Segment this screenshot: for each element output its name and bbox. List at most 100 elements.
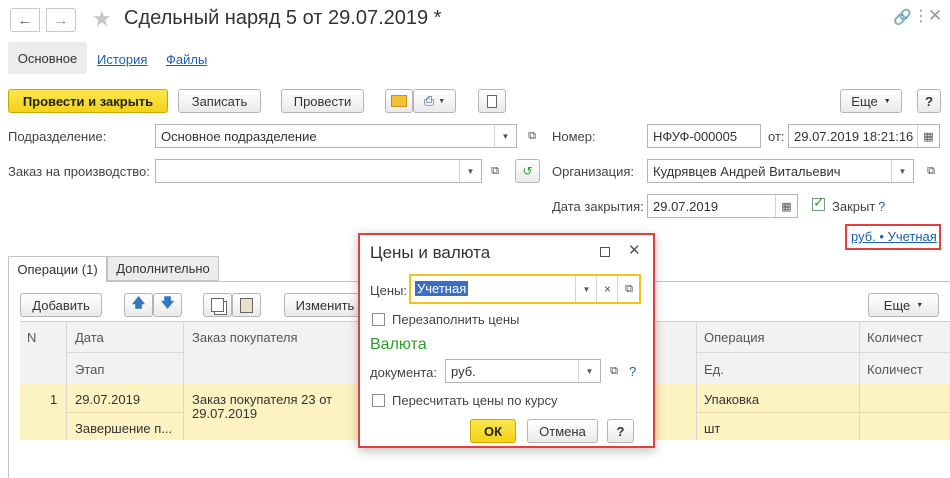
close-date-label: Дата закрытия:	[552, 199, 644, 214]
division-field[interactable]: Основное подразделение ▼	[155, 124, 517, 148]
tab-operations[interactable]: Операции (1)	[8, 256, 107, 282]
chevron-down-icon: ▼	[883, 97, 891, 105]
prices-field[interactable]: Учетная ▼ × ⧉	[409, 274, 641, 304]
document-currency-label: документа:	[370, 365, 437, 380]
header-quantity-2: Количест	[867, 362, 923, 377]
close-icon[interactable]: ✕	[928, 6, 942, 26]
fill-button[interactable]: ↺	[515, 159, 540, 183]
help-link[interactable]: ?	[629, 364, 636, 379]
help-toolbar-button[interactable]: ?	[917, 89, 941, 113]
print-button[interactable]: ⎙ ▼	[413, 89, 456, 113]
closed-checkbox[interactable]: ✓	[812, 194, 825, 211]
chevron-down-icon[interactable]: ▼	[578, 360, 600, 382]
open-icon[interactable]: ⧉	[605, 361, 623, 381]
header-date: Дата	[75, 330, 104, 345]
row-operation: Упаковка	[704, 392, 760, 407]
open-icon[interactable]: ⧉	[523, 126, 541, 146]
maximize-icon[interactable]	[600, 247, 610, 257]
production-order-label: Заказ на производство:	[8, 164, 150, 179]
document-currency-field[interactable]: руб. ▼	[445, 359, 601, 383]
paste-button[interactable]	[232, 293, 261, 317]
back-button[interactable]: ←	[10, 8, 40, 32]
cancel-button[interactable]: Отмена	[527, 419, 598, 443]
tab-additional[interactable]: Дополнительно	[107, 256, 219, 281]
arrow-down-icon: 🡇	[160, 295, 175, 310]
header-operation: Операция	[704, 330, 765, 345]
row-customer-order-2: 29.07.2019	[192, 406, 258, 421]
nav-tab-main[interactable]: Основное	[8, 42, 87, 74]
row-n: 1	[50, 392, 58, 407]
prices-value: Учетная	[415, 281, 469, 296]
header-quantity: Количест	[867, 330, 923, 345]
ok-button[interactable]: ОК	[470, 419, 516, 443]
help-link[interactable]: ?	[878, 199, 885, 214]
arrow-right-icon: →	[53, 11, 69, 29]
add-button[interactable]: Добавить	[20, 293, 102, 317]
number-field[interactable]: НФУФ-000005	[647, 124, 761, 148]
save-button[interactable]: Записать	[178, 89, 261, 113]
refill-prices-label: Перезаполнить цены	[392, 312, 520, 327]
arrow-up-icon: 🡅	[131, 295, 146, 310]
close-date-field[interactable]: 29.07.2019 ▦	[647, 194, 798, 218]
close-dialog-icon[interactable]: ✕	[628, 241, 641, 259]
row-stage: Завершение п...	[75, 421, 173, 436]
fill-icon: ↺	[522, 164, 533, 178]
dialog-title: Цены и валюта	[370, 243, 491, 262]
production-order-field[interactable]: ▼	[155, 159, 482, 183]
refill-prices-checkbox[interactable]	[372, 313, 385, 326]
row-customer-order-1: Заказ покупателя 23 от	[192, 392, 333, 407]
chevron-down-icon: ▼	[916, 301, 924, 309]
chevron-down-icon[interactable]: ▼	[494, 125, 516, 147]
clear-icon[interactable]: ×	[596, 276, 618, 302]
link-icon[interactable]: 🔗	[893, 8, 912, 26]
row-unit: шт	[704, 421, 721, 436]
post-and-close-button[interactable]: Провести и закрыть	[8, 89, 168, 113]
calendar-icon[interactable]: ▦	[917, 125, 939, 147]
envelope-icon	[391, 95, 407, 107]
more-vertical-icon[interactable]: ⋮	[913, 6, 929, 26]
row-date: 29.07.2019	[75, 392, 141, 407]
chevron-down-icon[interactable]: ▼	[891, 160, 913, 182]
nav-tab-history[interactable]: История	[97, 52, 147, 67]
recalc-prices-checkbox[interactable]	[372, 394, 385, 407]
arrow-left-icon: ←	[17, 11, 33, 29]
help-button[interactable]: ?	[607, 419, 634, 443]
post-button[interactable]: Провести	[281, 89, 364, 113]
table-more-button[interactable]: Еще ▼	[868, 293, 939, 317]
email-button[interactable]	[385, 89, 413, 113]
forward-button[interactable]: →	[46, 8, 76, 32]
header-stage: Этап	[75, 362, 105, 377]
open-icon[interactable]: ⧉	[922, 161, 940, 181]
prices-label: Цены:	[370, 283, 407, 298]
prices-currency-dialog: Цены и валюта ✕ Цены: Учетная ▼ × ⧉ Пере…	[358, 233, 655, 448]
chevron-down-icon[interactable]: ▼	[575, 276, 597, 302]
chevron-down-icon[interactable]: ▼	[459, 160, 481, 182]
from-date-field[interactable]: 29.07.2019 18:21:16 ▦	[788, 124, 940, 148]
organization-label: Организация:	[552, 164, 635, 179]
printer-icon: ⎙	[423, 93, 435, 108]
clipboard-icon	[240, 297, 253, 313]
open-icon[interactable]: ⧉	[486, 161, 504, 181]
document-icon	[487, 94, 497, 108]
header-n: N	[27, 330, 37, 345]
closed-label: Закрыт	[832, 199, 876, 214]
more-button[interactable]: Еще ▼	[840, 89, 902, 113]
move-up-button[interactable]: 🡅	[124, 293, 153, 317]
header-customer-order: Заказ покупателя	[192, 330, 298, 345]
favorite-star-icon[interactable]: ★	[92, 6, 112, 32]
calendar-icon[interactable]: ▦	[775, 195, 797, 217]
open-icon[interactable]: ⧉	[617, 276, 640, 302]
change-button[interactable]: Изменить	[284, 293, 366, 317]
from-label: от:	[768, 129, 785, 144]
organization-field[interactable]: Кудрявцев Андрей Витальевич ▼	[647, 159, 914, 183]
report-button[interactable]	[478, 89, 506, 113]
recalc-prices-label: Пересчитать цены по курсу	[392, 393, 558, 408]
nav-tab-files[interactable]: Файлы	[166, 52, 207, 67]
copy-icon	[211, 298, 224, 312]
move-down-button[interactable]: 🡇	[153, 293, 182, 317]
copy-button[interactable]	[203, 293, 232, 317]
currency-link[interactable]: руб. • Учетная	[851, 229, 937, 244]
division-label: Подразделение:	[8, 129, 107, 144]
currency-heading: Валюта	[370, 336, 427, 353]
chevron-down-icon: ▼	[438, 97, 446, 105]
